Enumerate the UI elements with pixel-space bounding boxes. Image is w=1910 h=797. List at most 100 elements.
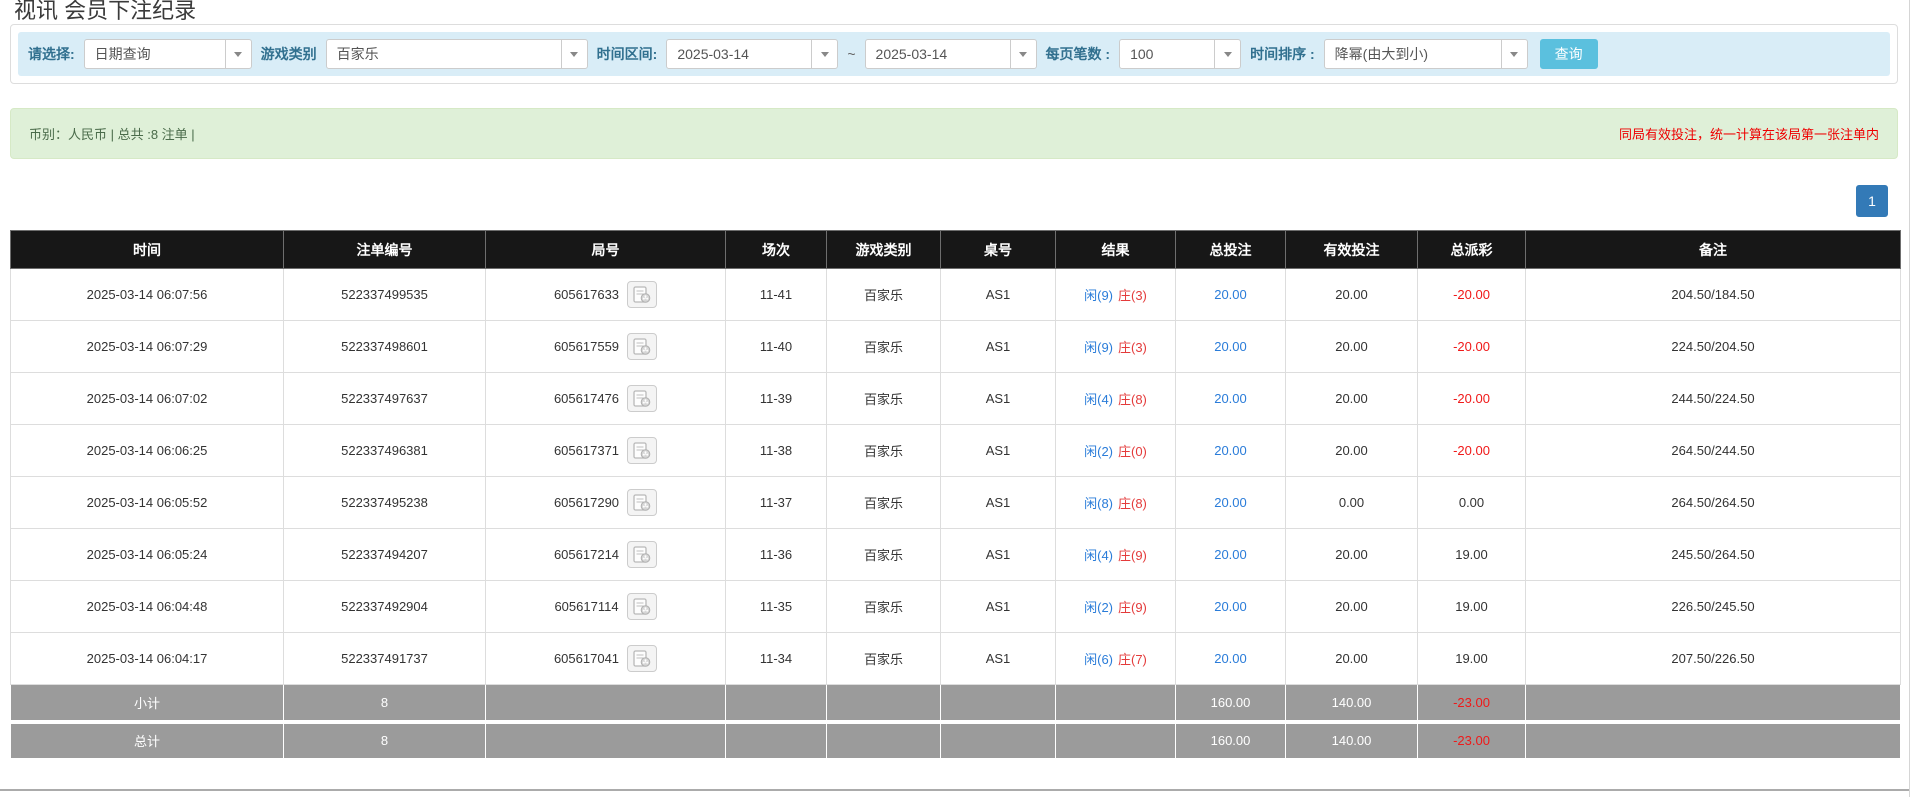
table-row: 2025-03-14 06:07:56 522337499535 6056176… — [11, 269, 1901, 321]
video-replay-icon[interactable] — [627, 541, 657, 568]
bet-id-cell: 522337499535 — [284, 269, 486, 321]
valid-bet-cell: 0.00 — [1286, 477, 1418, 529]
total-bet-cell: 20.00 — [1176, 425, 1286, 477]
chevron-down-icon — [1214, 40, 1240, 68]
payout-cell: -20.00 — [1418, 373, 1526, 425]
table-header-row: 时间注单编号局号场次游戏类别桌号结果总投注有效投注总派彩备注 — [11, 231, 1901, 269]
query-button[interactable]: 查询 — [1540, 39, 1598, 69]
session-cell: 11-41 — [726, 269, 827, 321]
player-result: 闲(8) — [1084, 496, 1113, 511]
game-category-select[interactable]: 百家乐 — [326, 39, 588, 69]
date-to-select[interactable]: 2025-03-14 — [865, 39, 1037, 69]
video-replay-icon[interactable] — [627, 333, 657, 360]
game-cell: 百家乐 — [827, 581, 941, 633]
summary-bar: 币别：人民币 | 总共 :8 注单 | 同局有效投注，统一计算在该局第一张注单内 — [10, 108, 1898, 159]
footer-count: 8 — [284, 685, 486, 722]
total-bet-link[interactable]: 20.00 — [1214, 651, 1247, 666]
video-replay-icon[interactable] — [627, 437, 657, 464]
remark-cell: 204.50/184.50 — [1526, 269, 1901, 321]
total-bet-link[interactable]: 20.00 — [1214, 599, 1247, 614]
total-bet-link[interactable]: 20.00 — [1214, 443, 1247, 458]
table-no-cell: AS1 — [941, 529, 1056, 581]
result-cell: 闲(9)庄(3) — [1056, 269, 1176, 321]
bet-id-cell: 522337495238 — [284, 477, 486, 529]
footer-total-bet: 160.00 — [1176, 722, 1286, 759]
remark-cell: 226.50/245.50 — [1526, 581, 1901, 633]
round-cell: 605617041 — [486, 633, 726, 685]
video-replay-icon[interactable] — [627, 593, 657, 620]
session-cell: 11-36 — [726, 529, 827, 581]
player-result: 闲(2) — [1084, 600, 1113, 615]
result-cell: 闲(6)庄(7) — [1056, 633, 1176, 685]
total-bet-link[interactable]: 20.00 — [1214, 339, 1247, 354]
table-row: 2025-03-14 06:04:17 522337491737 6056170… — [11, 633, 1901, 685]
time-cell: 2025-03-14 06:07:29 — [11, 321, 284, 373]
session-cell: 11-38 — [726, 425, 827, 477]
video-replay-icon[interactable] — [627, 281, 657, 308]
bet-id-cell: 522337494207 — [284, 529, 486, 581]
column-header: 备注 — [1526, 231, 1901, 269]
total-bet-cell: 20.00 — [1176, 269, 1286, 321]
footer-label: 小计 — [11, 685, 284, 722]
round-number: 605617476 — [554, 391, 619, 406]
column-header: 桌号 — [941, 231, 1056, 269]
banker-result: 庄(8) — [1118, 496, 1147, 511]
footer-empty — [1056, 722, 1176, 759]
game-cell: 百家乐 — [827, 373, 941, 425]
valid-bet-cell: 20.00 — [1286, 321, 1418, 373]
currency-total-text: 币别：人民币 | 总共 :8 注单 | — [29, 124, 195, 143]
column-header: 注单编号 — [284, 231, 486, 269]
player-result: 闲(2) — [1084, 444, 1113, 459]
table-body: 2025-03-14 06:07:56 522337499535 6056176… — [11, 269, 1901, 685]
bet-id-cell: 522337496381 — [284, 425, 486, 477]
video-replay-icon[interactable] — [627, 645, 657, 672]
round-cell: 605617214 — [486, 529, 726, 581]
remark-cell: 224.50/204.50 — [1526, 321, 1901, 373]
game-category-label: 游戏类别 — [261, 44, 317, 64]
table-row: 2025-03-14 06:04:48 522337492904 6056171… — [11, 581, 1901, 633]
payout-cell: -20.00 — [1418, 269, 1526, 321]
column-header: 总投注 — [1176, 231, 1286, 269]
date-from-select[interactable]: 2025-03-14 — [666, 39, 838, 69]
total-bet-cell: 20.00 — [1176, 477, 1286, 529]
chevron-down-icon — [561, 40, 587, 68]
total-bet-link[interactable]: 20.00 — [1214, 547, 1247, 562]
total-bet-link[interactable]: 20.00 — [1214, 495, 1247, 510]
footer-label: 总计 — [11, 722, 284, 759]
column-header: 时间 — [11, 231, 284, 269]
time-sort-select[interactable]: 降幂(由大到小) — [1324, 39, 1528, 69]
time-cell: 2025-03-14 06:07:02 — [11, 373, 284, 425]
video-replay-icon[interactable] — [627, 489, 657, 516]
round-number: 605617559 — [554, 339, 619, 354]
footer-empty — [941, 685, 1056, 722]
chevron-down-icon — [225, 40, 251, 68]
table-no-cell: AS1 — [941, 425, 1056, 477]
total-bet-link[interactable]: 20.00 — [1214, 391, 1247, 406]
page-title: 视讯 会员下注纪录 — [14, 0, 196, 25]
session-cell: 11-35 — [726, 581, 827, 633]
query-type-select[interactable]: 日期查询 — [84, 39, 252, 69]
column-header: 结果 — [1056, 231, 1176, 269]
page-size-select[interactable]: 100 — [1119, 39, 1241, 69]
chevron-down-icon — [1501, 40, 1527, 68]
round-cell: 605617371 — [486, 425, 726, 477]
game-cell: 百家乐 — [827, 529, 941, 581]
total-bet-link[interactable]: 20.00 — [1214, 287, 1247, 302]
banker-result: 庄(3) — [1118, 340, 1147, 355]
round-number: 605617290 — [554, 495, 619, 510]
payout-cell: 19.00 — [1418, 633, 1526, 685]
bet-id-cell: 522337498601 — [284, 321, 486, 373]
payout-cell: -20.00 — [1418, 321, 1526, 373]
video-replay-icon[interactable] — [627, 385, 657, 412]
payout-cell: 19.00 — [1418, 581, 1526, 633]
page-button-1[interactable]: 1 — [1856, 185, 1888, 217]
round-number: 605617633 — [554, 287, 619, 302]
bet-id-cell: 522337492904 — [284, 581, 486, 633]
footer-empty — [827, 722, 941, 759]
banker-result: 庄(3) — [1118, 288, 1147, 303]
valid-bet-cell: 20.00 — [1286, 581, 1418, 633]
table-row: 2025-03-14 06:05:24 522337494207 6056172… — [11, 529, 1901, 581]
session-cell: 11-34 — [726, 633, 827, 685]
valid-bet-cell: 20.00 — [1286, 425, 1418, 477]
valid-bet-notice: 同局有效投注，统一计算在该局第一张注单内 — [1619, 124, 1879, 143]
